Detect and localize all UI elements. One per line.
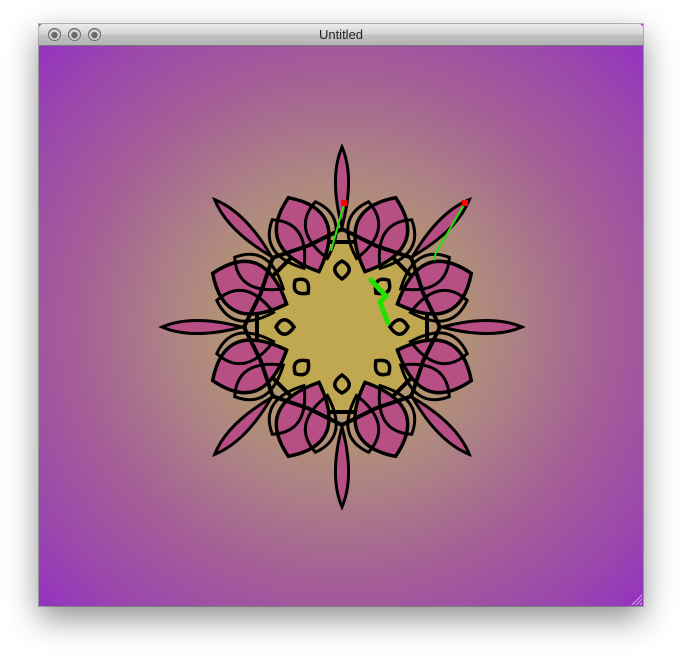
rosette-drawing[interactable] xyxy=(39,46,643,606)
spike xyxy=(436,318,526,336)
spike xyxy=(158,318,248,336)
spike xyxy=(211,196,276,261)
spike xyxy=(333,421,351,511)
spike xyxy=(211,393,276,458)
control-handle[interactable] xyxy=(462,200,468,206)
control-handle[interactable] xyxy=(341,200,347,206)
spike xyxy=(333,143,351,233)
spike xyxy=(408,393,473,458)
center-octagon xyxy=(255,240,429,414)
app-window: Untitled xyxy=(39,24,643,606)
drawing-canvas[interactable] xyxy=(39,46,643,606)
title-bar[interactable]: Untitled xyxy=(39,24,643,46)
window-title: Untitled xyxy=(318,27,364,42)
resize-grip[interactable] xyxy=(630,593,642,605)
spike xyxy=(408,196,473,261)
